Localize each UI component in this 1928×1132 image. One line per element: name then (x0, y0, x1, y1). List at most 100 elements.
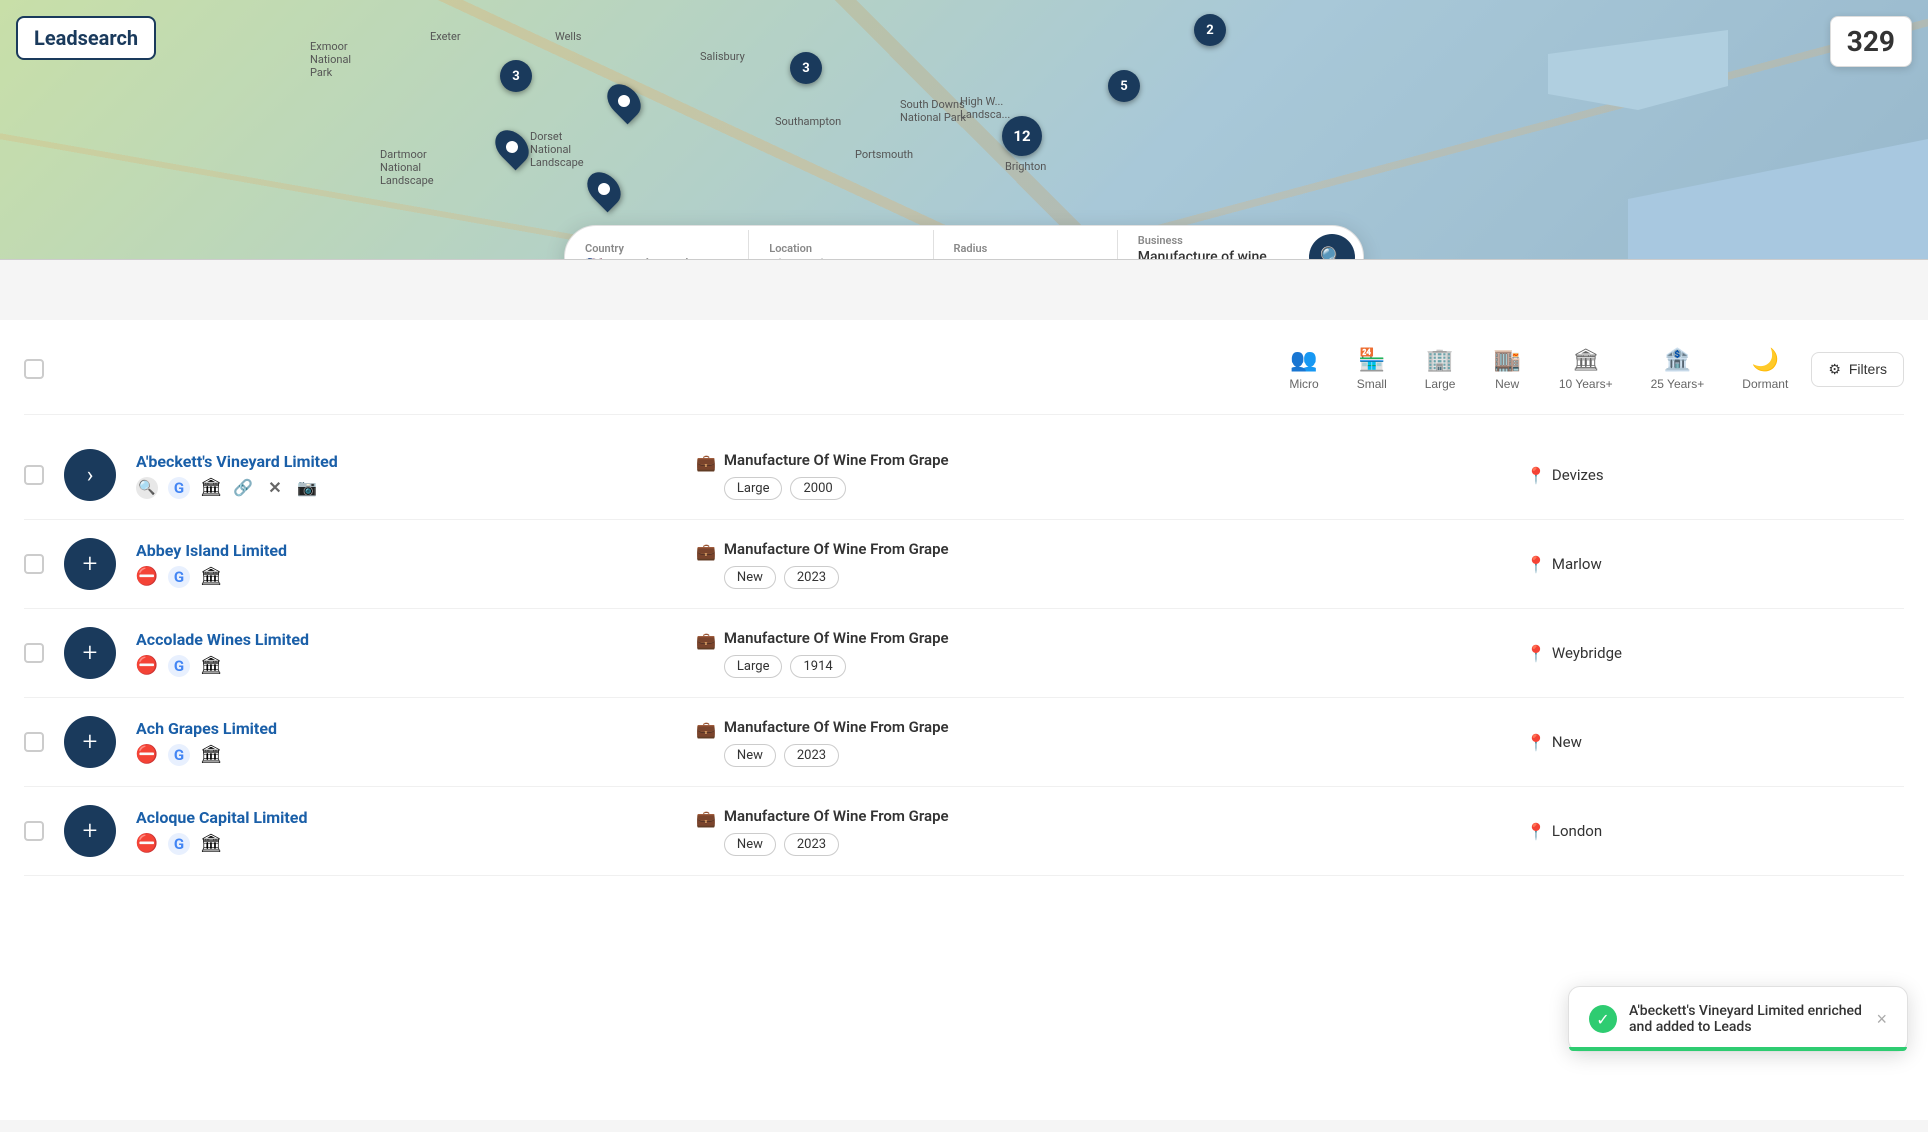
google-icon[interactable]: G (168, 566, 190, 588)
companies-house-icon[interactable]: 🏛 (200, 744, 222, 766)
filters-button[interactable]: ⚙ Filters (1811, 352, 1904, 387)
blocked-icon[interactable]: ⛔ (136, 833, 158, 855)
blocked-icon[interactable]: ⛔ (136, 744, 158, 766)
filters-label: Filters (1849, 361, 1887, 377)
google-icon[interactable]: G (168, 477, 190, 499)
list-item: › A'beckett's Vineyard Limited 🔍G🏛🔗✕📷 💼 … (24, 431, 1904, 520)
item-avatar-1[interactable]: + (64, 538, 116, 590)
business-content-1: Manufacture Of Wine From Grape New2023 (724, 540, 1506, 589)
map-water-2 (1548, 30, 1728, 110)
map-label-portsmouth: Portsmouth (855, 148, 913, 161)
company-name-1[interactable]: Abbey Island Limited (136, 541, 676, 560)
company-name-3[interactable]: Ach Grapes Limited (136, 719, 676, 738)
item-avatar-3[interactable]: + (64, 716, 116, 768)
map-pin-2[interactable]: 3 (790, 52, 822, 84)
item-checkbox-1[interactable] (24, 554, 44, 574)
radius-label: Radius (954, 242, 1097, 255)
filter-large-btn[interactable]: 🏢 Large (1410, 340, 1471, 398)
map-pin-drop-3[interactable] (590, 170, 618, 208)
country-label: Country (585, 242, 728, 255)
company-name-4[interactable]: Acloque Capital Limited (136, 808, 676, 827)
twitter-icon[interactable]: ✕ (264, 477, 286, 499)
blocked-icon[interactable]: ⛔ (136, 655, 158, 677)
pin-drop-1 (601, 78, 648, 125)
search-circle-icon[interactable]: 🔍 (136, 477, 158, 499)
map-label-wells: Wells (555, 30, 581, 43)
radius-field[interactable]: Radius +2 m... (934, 230, 1118, 261)
plus-icon: + (83, 638, 98, 668)
company-badge: 1914 (790, 655, 845, 678)
company-badge: New (724, 833, 776, 856)
blocked-icon[interactable]: ⛔ (136, 566, 158, 588)
google-icon[interactable]: G (168, 655, 190, 677)
small-icon: 🏪 (1358, 347, 1385, 373)
google-icon[interactable]: G (168, 833, 190, 855)
item-checkbox-2[interactable] (24, 643, 44, 663)
business-content-0: Manufacture Of Wine From Grape Large2000 (724, 451, 1506, 500)
item-icon-row-0: 🔍 G 🏛 🔗 ✕ 📷 (136, 477, 676, 499)
map-pin-3[interactable]: 2 (1194, 14, 1226, 46)
briefcase-icon-2: 💼 (696, 631, 716, 650)
location-field[interactable]: Location Choose location (749, 230, 933, 261)
filter-ten-years-btn[interactable]: 🏛 10 Years+ (1544, 340, 1628, 398)
map-label-south-downs: South DownsNational Park (900, 98, 966, 124)
instagram-icon[interactable]: 📷 (296, 477, 318, 499)
companies-house-icon[interactable]: 🏛 (200, 655, 222, 677)
google-icon[interactable]: G (168, 744, 190, 766)
company-name-2[interactable]: Accolade Wines Limited (136, 630, 676, 649)
companies-house-icon[interactable]: 🏛 (200, 477, 222, 499)
briefcase-icon-0: 💼 (696, 453, 716, 472)
location-text-2: Weybridge (1552, 644, 1622, 662)
business-name-2: Manufacture Of Wine From Grape (724, 629, 1506, 647)
map-label-dartmoor: DartmoorNationalLandscape (380, 148, 434, 187)
item-business-3: 💼 Manufacture Of Wine From Grape New2023 (696, 718, 1506, 767)
link-icon[interactable]: 🔗 (232, 477, 254, 499)
filter-micro-btn[interactable]: 👥 Micro (1274, 340, 1333, 398)
search-button[interactable]: 🔍 (1309, 234, 1355, 260)
country-text: United Kingdom (608, 257, 708, 261)
toast-notification: ✓ A'beckett's Vineyard Limited enriched … (1568, 986, 1908, 1052)
map-background: ExmoorNationalPark Wells DartmoorNationa… (0, 0, 1928, 259)
business-content-3: Manufacture Of Wine From Grape New2023 (724, 718, 1506, 767)
business-field[interactable]: Business Manufacture of wine from g (1118, 222, 1301, 261)
item-checkbox-4[interactable] (24, 821, 44, 841)
item-checkbox-3[interactable] (24, 732, 44, 752)
country-field[interactable]: Country 🇬🇧 United Kingdom (565, 230, 749, 261)
item-info-4: Acloque Capital Limited ⛔ G 🏛 (136, 808, 676, 855)
dormant-icon: 🌙 (1752, 347, 1779, 373)
list-item: + Abbey Island Limited ⛔G🏛 💼 Manufacture… (24, 520, 1904, 609)
location-pin-icon-3: 📍 (1526, 733, 1546, 752)
location-pin-icon-0: 📍 (1526, 466, 1546, 485)
filter-twenty-five-years-btn[interactable]: 🏦 25 Years+ (1636, 340, 1720, 398)
map-pin-5[interactable]: 5 (1108, 70, 1140, 102)
company-badge: 2023 (784, 744, 839, 767)
small-label: Small (1357, 377, 1387, 391)
micro-label: Micro (1289, 377, 1318, 391)
companies-house-icon[interactable]: 🏛 (200, 566, 222, 588)
company-name-0[interactable]: A'beckett's Vineyard Limited (136, 452, 676, 471)
filter-small-btn[interactable]: 🏪 Small (1342, 340, 1402, 398)
map-pin-1[interactable]: 3 (500, 60, 532, 92)
pin-count-1: 3 (500, 60, 532, 92)
item-avatar-0[interactable]: › (64, 449, 116, 501)
location-text-1: Marlow (1552, 555, 1602, 573)
toast-progress-bar (1569, 1047, 1907, 1051)
select-all-checkbox[interactable] (24, 359, 44, 379)
item-business-2: 💼 Manufacture Of Wine From Grape Large19… (696, 629, 1506, 678)
business-label: Business (1138, 234, 1281, 247)
filter-new-btn[interactable]: 🏬 New (1478, 340, 1535, 398)
item-avatar-2[interactable]: + (64, 627, 116, 679)
item-location-1: 📍 Marlow (1526, 555, 1904, 574)
map-pin-drop-1[interactable] (610, 82, 638, 120)
badges-2: Large1914 (724, 655, 1506, 678)
toast-check-icon: ✓ (1589, 1005, 1617, 1033)
company-list: › A'beckett's Vineyard Limited 🔍 G 🏛 🔗 ✕ 📷 💼 … (24, 431, 1904, 876)
map-pin-4[interactable]: 12 (1002, 116, 1042, 156)
item-checkbox-0[interactable] (24, 465, 44, 485)
business-name-4: Manufacture Of Wine From Grape (724, 807, 1506, 825)
toast-close-button[interactable]: × (1876, 1009, 1887, 1030)
item-avatar-4[interactable]: + (64, 805, 116, 857)
companies-house-icon[interactable]: 🏛 (200, 833, 222, 855)
map-pin-drop-2[interactable] (498, 128, 526, 166)
filter-dormant-btn[interactable]: 🌙 Dormant (1727, 340, 1803, 398)
